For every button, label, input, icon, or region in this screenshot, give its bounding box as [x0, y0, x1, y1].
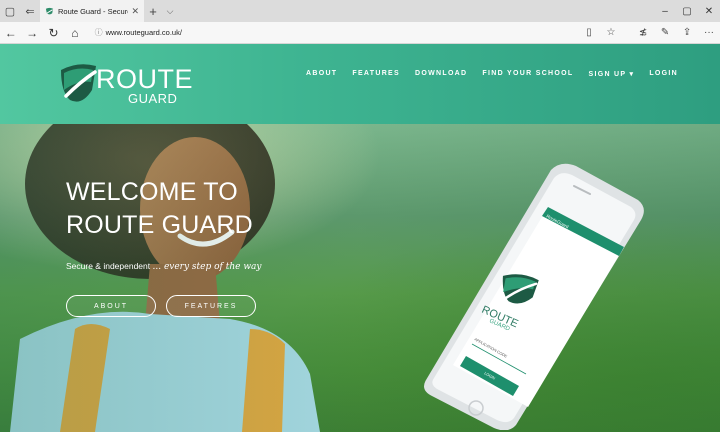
tab-title: Route Guard - Secure & [58, 6, 128, 16]
hero-subtitle-plain: Secure & independent [66, 261, 151, 271]
minimize-icon[interactable]: – [654, 6, 676, 17]
hero-section: WELCOME TO ROUTE GUARD Secure & independ… [0, 124, 720, 432]
refresh-icon[interactable]: ↻ [43, 26, 64, 40]
hero-subtitle-script: ... every step of the way [152, 262, 262, 272]
shield-favicon-icon [45, 7, 54, 14]
favorite-star-icon[interactable]: ☆ [600, 27, 622, 38]
tab-aside-icon[interactable]: ⇐ [20, 0, 40, 22]
chevron-down-icon[interactable]: ⌵ [162, 6, 178, 17]
home-icon[interactable]: ⌂ [64, 26, 85, 40]
reading-view-icon[interactable]: ▯ [578, 27, 600, 38]
pen-icon[interactable]: ✎ [654, 27, 676, 38]
hero-title: WELCOME TO ROUTE GUARD [66, 178, 253, 239]
browser-tab-active[interactable]: Route Guard - Secure & ✕ [40, 0, 144, 22]
site-header: ROUTE GUARD ABOUT FEATURES DOWNLOAD FIND… [0, 44, 720, 124]
features-button[interactable]: FEATURES [166, 295, 256, 317]
hero-subtitle: Secure & independent ... every step of t… [66, 261, 261, 272]
main-nav: ABOUT FEATURES DOWNLOAD FIND YOUR SCHOOL… [306, 70, 693, 78]
browser-tab-bar: ▢ ⇐ Route Guard - Secure & ✕ + ⌵ – ▢ ✕ [0, 0, 720, 22]
nav-sign-up[interactable]: SIGN UP ▾ [588, 70, 634, 78]
close-window-icon[interactable]: ✕ [698, 6, 720, 17]
more-icon[interactable]: ··· [698, 27, 720, 38]
back-arrow-icon[interactable]: ← [0, 26, 21, 40]
web-page: ROUTE GUARD ABOUT FEATURES DOWNLOAD FIND… [0, 44, 720, 432]
nav-features[interactable]: FEATURES [352, 70, 400, 78]
site-info-icon[interactable]: ⓘ [92, 27, 106, 38]
url-text: www.routeguard.co.uk/ [105, 28, 182, 37]
nav-about[interactable]: ABOUT [306, 70, 337, 78]
nav-download[interactable]: DOWNLOAD [415, 70, 467, 78]
close-tab-icon[interactable]: ✕ [131, 6, 139, 17]
about-button[interactable]: ABOUT [66, 295, 156, 317]
address-bar-row: ← → ↻ ⌂ ⓘ www.routeguard.co.uk/ ▯ ☆ ≴ ✎ … [0, 22, 720, 44]
new-tab-icon[interactable]: + [144, 4, 162, 19]
address-field[interactable]: ⓘ www.routeguard.co.uk/ [92, 25, 578, 41]
logo-text-guard: GUARD [128, 91, 178, 106]
share-icon[interactable]: ⇪ [676, 27, 698, 38]
tab-manager-icon[interactable]: ▢ [0, 0, 20, 22]
maximize-icon[interactable]: ▢ [676, 6, 698, 17]
favorites-list-icon[interactable]: ≴ [632, 27, 654, 38]
nav-find-your-school[interactable]: FIND YOUR SCHOOL [482, 70, 573, 78]
phone-mockup: RouteGuard ROUTE GUARD APPLICATION CODE … [424, 163, 644, 430]
nav-login[interactable]: LOGIN [649, 70, 678, 78]
forward-arrow-icon[interactable]: → [21, 26, 42, 40]
